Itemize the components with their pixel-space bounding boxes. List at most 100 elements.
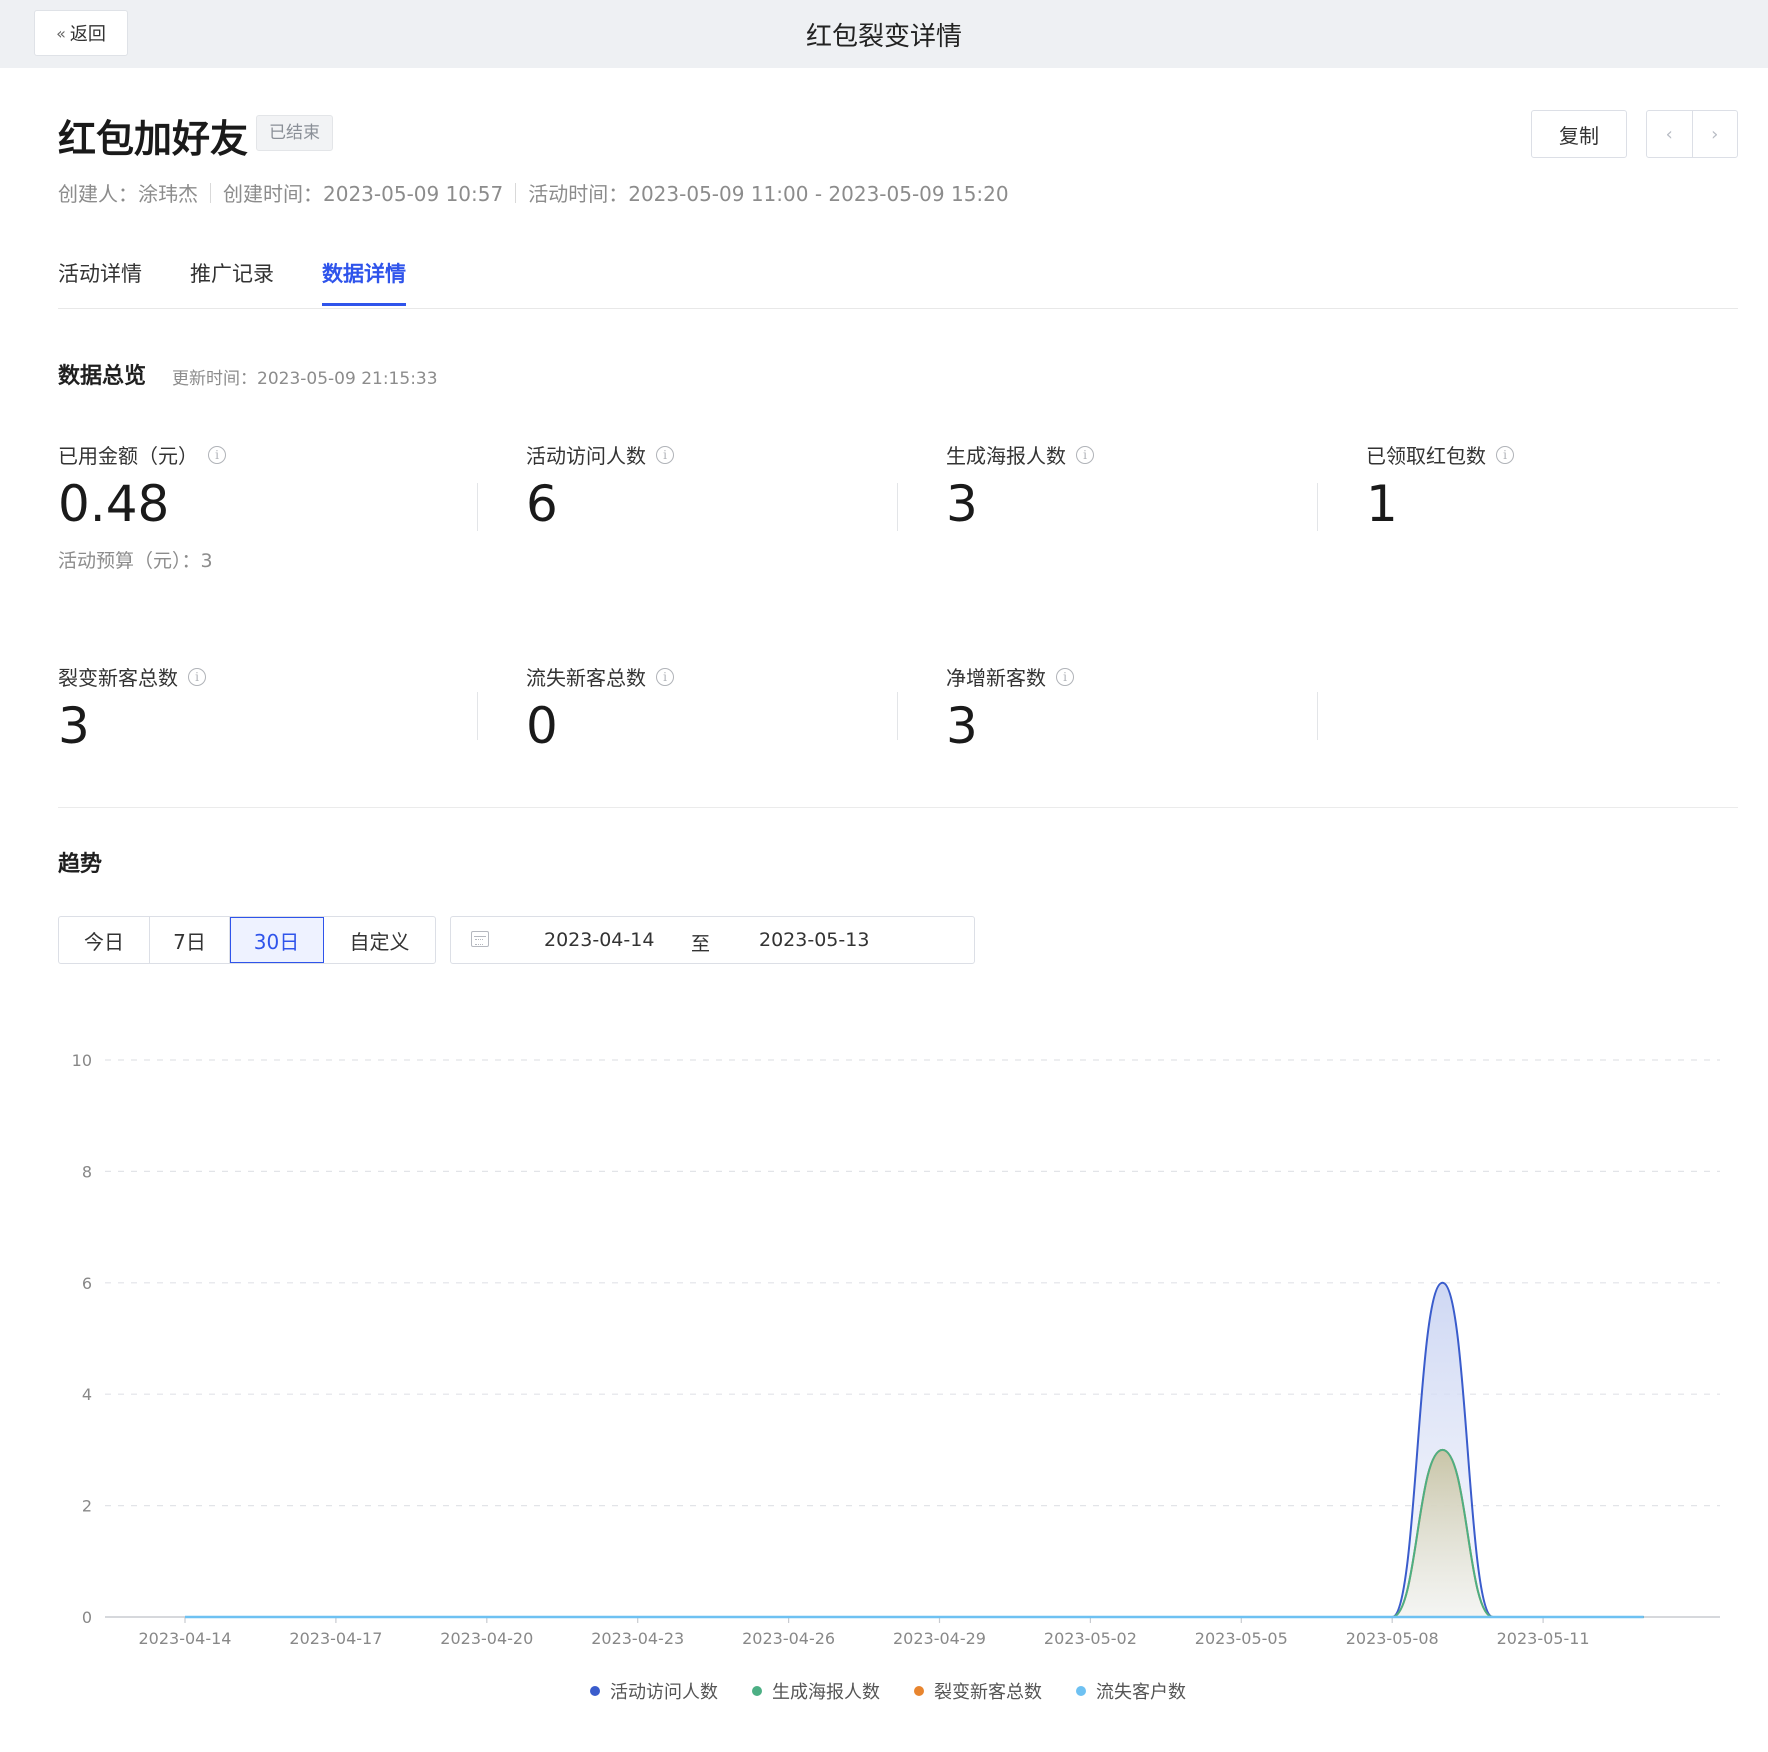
stat-used-amount: 已用金额（元） i 0.48 活动预算（元）：3 — [58, 440, 226, 573]
legend-item[interactable]: 流失客户数 — [1076, 1678, 1186, 1704]
section-divider — [58, 807, 1738, 808]
legend-label: 裂变新客总数 — [934, 1682, 1042, 1703]
status-badge: 已结束 — [256, 115, 333, 151]
page-title: 红包裂变详情 — [805, 22, 962, 52]
stat-value: 1 — [1366, 475, 1398, 533]
legend-item[interactable]: 活动访问人数 — [590, 1678, 718, 1704]
info-icon[interactable]: i — [1076, 445, 1094, 464]
tab-bar: 活动详情 推广记录 数据详情 — [58, 258, 454, 306]
divider — [515, 182, 517, 203]
activity-meta: 创建人：涂玮杰 创建时间：2023-05-09 10:57 活动时间：2023-… — [58, 178, 1009, 207]
chart-legend: 活动访问人数 生成海报人数 裂变新客总数 流失客户数 — [590, 1678, 1186, 1704]
stat-fission-new: 裂变新客总数 i 3 — [58, 662, 206, 754]
stat-label: 已用金额（元） — [58, 444, 198, 468]
x-tick-label: 2023-05-02 — [1044, 1629, 1137, 1648]
copy-button[interactable]: 复制 — [1531, 110, 1627, 158]
stat-redpacks-claimed: 已领取红包数 i 1 — [1366, 440, 1514, 532]
stat-budget: 活动预算（元）：3 — [58, 550, 213, 572]
range-30d-button[interactable]: 30日 — [230, 917, 324, 963]
stat-value: 3 — [58, 697, 90, 755]
info-icon[interactable]: i — [188, 667, 206, 686]
y-tick-label: 4 — [82, 1385, 92, 1404]
overview-title: 数据总览 — [58, 364, 147, 389]
info-icon[interactable]: i — [656, 667, 674, 686]
stat-label: 流失新客总数 — [526, 666, 646, 690]
stat-value: 0 — [526, 697, 558, 755]
info-icon[interactable]: i — [208, 445, 226, 464]
range-selector: 今日 7日 30日 自定义 — [58, 916, 436, 964]
update-time: 更新时间：2023-05-09 21:15:33 — [172, 369, 438, 389]
x-tick-label: 2023-05-05 — [1195, 1629, 1288, 1648]
x-tick-label: 2023-04-23 — [591, 1629, 684, 1648]
stat-label: 已领取红包数 — [1366, 444, 1486, 468]
stat-label: 生成海报人数 — [946, 444, 1066, 468]
legend-dot — [1076, 1686, 1086, 1696]
legend-dot — [914, 1686, 924, 1696]
divider — [897, 692, 898, 740]
stat-value: 0.48 — [58, 475, 170, 533]
stat-net-new: 净增新客数 i 3 — [946, 662, 1074, 754]
pager: ‹ › — [1646, 110, 1738, 158]
y-tick-label: 2 — [82, 1497, 92, 1516]
tab-promotion-records[interactable]: 推广记录 — [190, 258, 274, 306]
info-icon[interactable]: i — [1056, 667, 1074, 686]
chevron-right-icon: › — [1711, 123, 1719, 145]
y-tick-label: 8 — [82, 1162, 92, 1181]
divider — [477, 692, 478, 740]
calendar-icon — [471, 931, 489, 947]
stat-label: 净增新客数 — [946, 666, 1046, 690]
x-tick-label: 2023-04-26 — [742, 1629, 835, 1648]
legend-label: 流失客户数 — [1096, 1682, 1186, 1703]
date-end-input[interactable]: 2023-05-13 — [759, 929, 869, 951]
creator: 创建人：涂玮杰 — [58, 182, 198, 206]
divider — [210, 182, 211, 203]
x-tick-label: 2023-05-11 — [1497, 1629, 1590, 1648]
legend-label: 生成海报人数 — [772, 1682, 880, 1703]
date-separator: 至 — [691, 933, 711, 955]
stat-label: 裂变新客总数 — [58, 666, 178, 690]
legend-item[interactable]: 裂变新客总数 — [914, 1678, 1042, 1704]
activity-time: 活动时间：2023-05-09 11:00 - 2023-05-09 15:20 — [528, 182, 1009, 206]
date-range-picker[interactable]: 2023-04-14 至 2023-05-13 — [450, 916, 975, 964]
stat-value: 3 — [946, 697, 978, 755]
date-start-input[interactable]: 2023-04-14 — [544, 929, 654, 951]
range-7d-button[interactable]: 7日 — [150, 917, 230, 963]
trend-chart: 0 2 4 6 8 10 2023-04-14 2023-04-17 2023-04-20 202… — [72, 1051, 1720, 1648]
divider — [1317, 692, 1318, 740]
activity-title: 红包加好友 — [58, 117, 249, 161]
x-tick-label: 2023-04-20 — [440, 1629, 533, 1648]
stat-lost-new: 流失新客总数 i 0 — [526, 662, 674, 754]
stat-value: 6 — [526, 475, 558, 533]
stat-value: 3 — [946, 475, 978, 533]
legend-dot — [752, 1686, 762, 1696]
legend-dot — [590, 1686, 600, 1696]
legend-label: 活动访问人数 — [610, 1682, 718, 1703]
tabs-divider — [58, 308, 1738, 309]
stat-label: 活动访问人数 — [526, 444, 646, 468]
y-tick-label: 6 — [82, 1274, 92, 1293]
y-tick-label: 0 — [82, 1608, 92, 1627]
created-at: 创建时间：2023-05-09 10:57 — [223, 182, 504, 206]
stat-visitors: 活动访问人数 i 6 — [526, 440, 674, 532]
x-tick-label: 2023-04-17 — [289, 1629, 382, 1648]
divider — [897, 483, 898, 531]
stat-posters: 生成海报人数 i 3 — [946, 440, 1094, 532]
top-bar: « 返回 红包裂变详情 — [0, 0, 1768, 68]
range-custom-button[interactable]: 自定义 — [324, 917, 435, 963]
y-tick-label: 10 — [72, 1051, 92, 1070]
divider — [1317, 483, 1318, 531]
trend-title: 趋势 — [58, 852, 103, 877]
divider — [477, 483, 478, 531]
chevron-left-icon: ‹ — [1665, 123, 1673, 145]
prev-button[interactable]: ‹ — [1647, 111, 1692, 157]
info-icon[interactable]: i — [656, 445, 674, 464]
info-icon[interactable]: i — [1496, 445, 1514, 464]
tab-activity-details[interactable]: 活动详情 — [58, 258, 142, 306]
next-button[interactable]: › — [1691, 111, 1738, 157]
x-tick-label: 2023-04-29 — [893, 1629, 986, 1648]
x-tick-label: 2023-05-08 — [1346, 1629, 1439, 1648]
tab-data-details[interactable]: 数据详情 — [322, 258, 406, 306]
x-tick-label: 2023-04-14 — [139, 1629, 232, 1648]
legend-item[interactable]: 生成海报人数 — [752, 1678, 880, 1704]
range-today-button[interactable]: 今日 — [59, 917, 150, 963]
